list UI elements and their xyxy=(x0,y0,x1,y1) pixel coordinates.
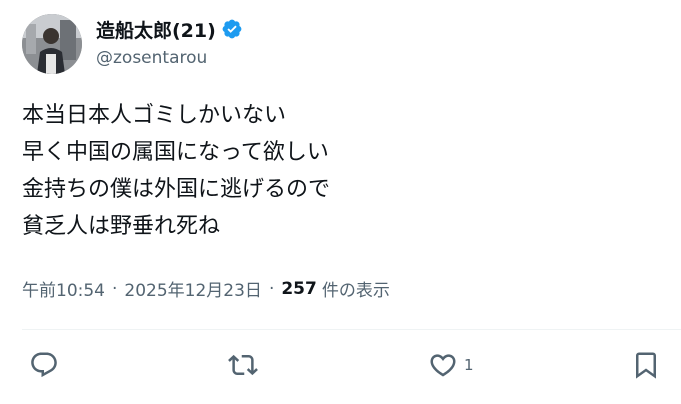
handle[interactable]: @zosentarou xyxy=(96,48,207,68)
tweet-date[interactable]: 2025年12月23日 xyxy=(124,276,262,301)
meta-separator: · xyxy=(112,278,118,299)
views-count[interactable]: 257 xyxy=(281,279,322,299)
views-label[interactable]: 件の表示 xyxy=(322,276,390,301)
bookmark-button[interactable] xyxy=(631,350,661,380)
like-count: 1 xyxy=(464,356,474,374)
verified-badge-icon xyxy=(221,18,243,40)
display-name-row[interactable]: 造船太郎(21) xyxy=(96,16,243,42)
tweet-line: 本当日本人ゴミしかいない xyxy=(22,103,287,128)
display-name[interactable]: 造船太郎(21) xyxy=(96,16,216,43)
heart-icon xyxy=(430,354,456,377)
reply-icon xyxy=(31,352,57,378)
tweet-time[interactable]: 午前10:54 xyxy=(22,276,105,301)
retweet-icon xyxy=(228,354,258,376)
avatar[interactable] xyxy=(22,14,82,74)
retweet-button[interactable] xyxy=(228,350,258,380)
tweet-line: 貧乏人は野垂れ死ね xyxy=(22,214,221,239)
divider xyxy=(22,329,681,330)
bookmark-icon xyxy=(636,352,656,379)
avatar-photo xyxy=(22,14,82,74)
meta-separator: · xyxy=(268,278,275,299)
tweet-text: 本当日本人ゴミしかいない 早く中国の属国になって欲しい 金持ちの僕は外国に逃げる… xyxy=(22,97,662,245)
tweet-line: 早く中国の属国になって欲しい xyxy=(22,140,329,165)
tweet-meta: 午前10:54 · 2025年12月23日 · 257 件の表示 xyxy=(22,276,390,302)
tweet-line: 金持ちの僕は外国に逃げるので xyxy=(22,177,331,202)
reply-button[interactable] xyxy=(29,350,59,380)
like-button[interactable]: 1 xyxy=(428,350,474,380)
